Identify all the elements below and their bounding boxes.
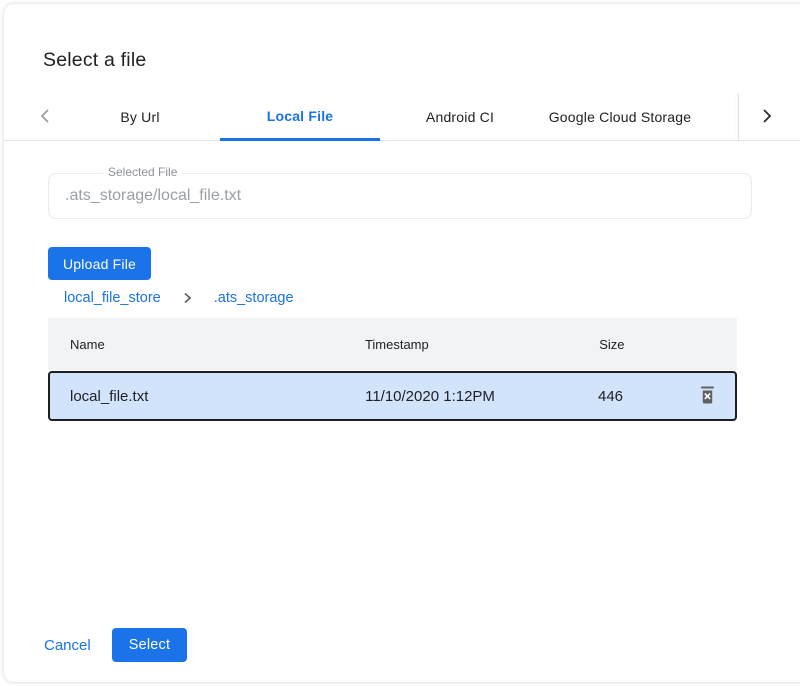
upload-file-button[interactable]: Upload File <box>48 247 151 280</box>
delete-icon <box>700 386 715 407</box>
breadcrumb-chevron-icon <box>183 292 192 304</box>
delete-file-button[interactable] <box>696 382 719 411</box>
table-header-row: Name Timestamp Size <box>48 318 737 370</box>
select-file-dialog: Select a file By Url Local File Android … <box>4 4 800 682</box>
dialog-actions: Cancel Select <box>40 628 187 662</box>
selected-file-field: Selected File <box>48 173 752 219</box>
header-name: Name <box>48 337 365 352</box>
chevron-left-icon <box>39 108 50 127</box>
chevron-right-icon <box>762 108 773 127</box>
file-name-cell: local_file.txt <box>50 388 365 405</box>
header-size: Size <box>599 337 682 352</box>
tab-list: By Url Local File Android CI Google Clou… <box>60 93 700 141</box>
breadcrumb-root-link[interactable]: local_file_store <box>64 290 161 306</box>
cancel-button[interactable]: Cancel <box>40 633 95 658</box>
select-button[interactable]: Select <box>112 628 188 662</box>
file-size-cell: 446 <box>598 388 680 405</box>
selected-file-input[interactable] <box>49 174 751 218</box>
table-row-selected[interactable]: local_file.txt 11/10/2020 1:12PM 446 <box>48 371 737 421</box>
breadcrumb: local_file_store .ats_storage <box>64 290 294 306</box>
file-timestamp-cell: 11/10/2020 1:12PM <box>365 388 598 405</box>
tab-google-cloud-storage[interactable]: Google Cloud Storage <box>540 93 700 141</box>
file-table: Name Timestamp Size local_file.txt 11/10… <box>48 318 737 421</box>
tab-by-url[interactable]: By Url <box>60 93 220 141</box>
tab-android-ci[interactable]: Android CI <box>380 93 540 141</box>
selected-file-label: Selected File <box>103 165 182 179</box>
dialog-title: Select a file <box>43 49 146 72</box>
tab-bar: By Url Local File Android CI Google Clou… <box>4 93 800 141</box>
tabs-scroll-right-button[interactable] <box>739 93 795 141</box>
header-timestamp: Timestamp <box>365 337 599 352</box>
breadcrumb-folder-link[interactable]: .ats_storage <box>214 290 294 306</box>
tab-local-file[interactable]: Local File <box>220 93 380 141</box>
